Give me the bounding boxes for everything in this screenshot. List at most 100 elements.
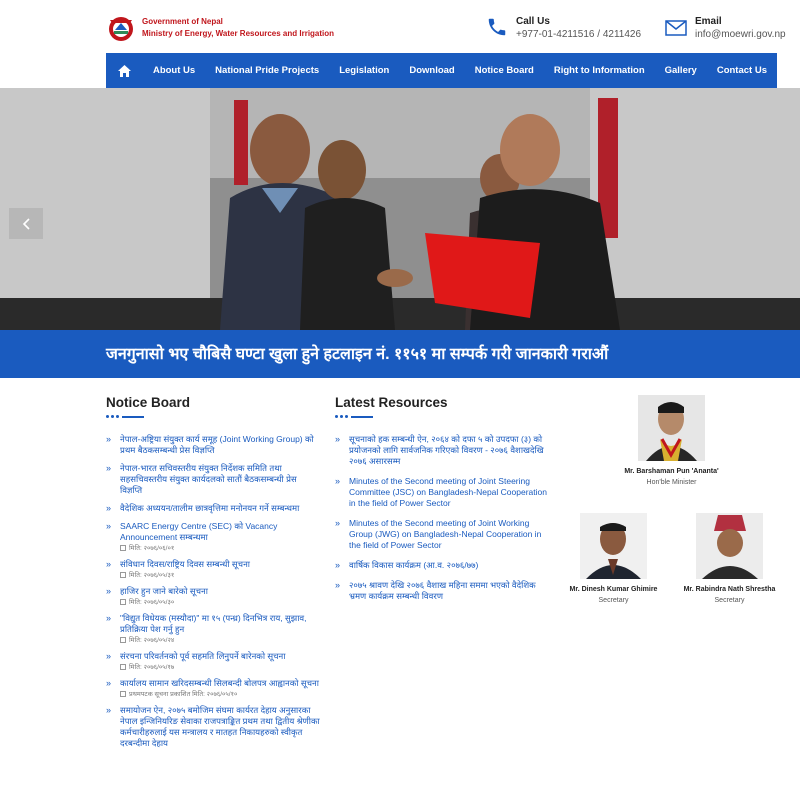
list-item[interactable]: » नेपाल-भारत सचिवस्तरीय संयुक्त निर्देशक…	[106, 463, 321, 496]
double-chevron-icon: »	[106, 586, 112, 596]
hotline-text: जनगुनासो भए चौबिसै घण्टा खुला हुने हटलाइ…	[106, 346, 609, 363]
notice-link[interactable]: "विद्युत विधेयक (मस्यौदा)" मा १५ (पन्ध्र…	[120, 613, 307, 634]
official-role: Hon'ble Minister	[646, 479, 697, 486]
secretary-photo-1[interactable]	[580, 513, 647, 579]
official-name: Mr. Rabindra Nath Shrestha	[683, 586, 776, 593]
double-chevron-icon: »	[335, 434, 341, 444]
double-chevron-icon: »	[106, 613, 112, 623]
double-chevron-icon: »	[335, 518, 341, 528]
nav-legislation[interactable]: Legislation	[329, 53, 399, 88]
list-item[interactable]: » Minutes of the Second meeting of Joint…	[335, 518, 550, 551]
notice-date: मिति: २०७६/०६/०१	[120, 544, 321, 553]
calendar-icon	[120, 637, 126, 643]
secretary-portrait	[696, 513, 763, 579]
notice-date-text: मिति: २०७६/०५/३०	[129, 599, 175, 606]
notice-date-text: मिति: २०७६/०५/३१	[129, 572, 175, 579]
minister-photo[interactable]	[638, 395, 705, 461]
list-item[interactable]: » संरचना परिवर्तनको पूर्व सहमति लिनुपर्न…	[106, 651, 321, 672]
email-title: Email	[695, 16, 722, 27]
call-us-block: Call Us +977-01-4211516 / 4211426	[516, 15, 641, 41]
double-chevron-icon: »	[106, 678, 112, 688]
list-item[interactable]: » वार्षिक विकास कार्यक्रम (आ.व. २०७६/७७)	[335, 560, 550, 571]
nav-gallery[interactable]: Gallery	[655, 53, 707, 88]
latest-resources-underline	[335, 415, 375, 418]
notice-board-underline	[106, 415, 146, 418]
notice-link[interactable]: समायोजन ऐन, २०७५ बमोजिम संघमा कार्यरत दे…	[120, 705, 320, 748]
resource-link[interactable]: सूचनाको हक सम्बन्धी ऐन, २०६४ को दफा ५ को…	[349, 434, 544, 466]
hotline-banner: जनगुनासो भए चौबिसै घण्टा खुला हुने हटलाइ…	[0, 330, 800, 378]
nav-notice-board[interactable]: Notice Board	[465, 53, 544, 88]
chevron-left-icon	[22, 217, 30, 230]
list-item[interactable]: » वैदेशिक अध्ययन/तालीम छात्रवृत्तिमा मनो…	[106, 503, 321, 514]
notice-date-text: प्रथमपटक सूचना प्रकाशित मिति: २०७६/०५/१०	[129, 691, 238, 698]
double-chevron-icon: »	[335, 476, 341, 486]
secretary-card-2: Mr. Rabindra Nath Shrestha Secretary	[683, 585, 776, 606]
official-role: Secretary	[598, 597, 629, 604]
notice-link[interactable]: SAARC Energy Centre (SEC) को Vacancy Ann…	[120, 521, 277, 542]
notice-link[interactable]: संविधान दिवस/राष्ट्रिय दिवस सम्बन्धी सूच…	[120, 559, 250, 569]
double-chevron-icon: »	[106, 705, 112, 715]
org-line-1: Government of Nepal	[142, 17, 223, 26]
resource-link[interactable]: Minutes of the Second meeting of Joint S…	[349, 476, 547, 508]
resource-link[interactable]: वार्षिक विकास कार्यक्रम (आ.व. २०७६/७७)	[349, 560, 478, 570]
notice-date: मिति: २०७६/०५/३१	[120, 571, 321, 580]
nav-about-us[interactable]: About Us	[143, 53, 205, 88]
list-item[interactable]: » हाजिर हुन जाने बारेको सूचना मिति: २०७६…	[106, 586, 321, 607]
list-item[interactable]: » सूचनाको हक सम्बन्धी ऐन, २०६४ को दफा ५ …	[335, 434, 550, 467]
notice-date: मिति: २०७६/०५/२४	[120, 636, 321, 645]
double-chevron-icon: »	[106, 651, 112, 661]
list-item[interactable]: » समायोजन ऐन, २०७५ बमोजिम संघमा कार्यरत …	[106, 705, 321, 749]
list-item[interactable]: » कार्यालय सामान खरिदसम्बन्धी सिलबन्दी ब…	[106, 678, 321, 699]
list-item[interactable]: » SAARC Energy Centre (SEC) को Vacancy A…	[106, 521, 321, 553]
double-chevron-icon: »	[106, 434, 112, 444]
calendar-icon	[120, 545, 126, 551]
double-chevron-icon: »	[106, 463, 112, 473]
double-chevron-icon: »	[106, 521, 112, 531]
secretary-card-1: Mr. Dinesh Kumar Ghimire Secretary	[560, 585, 667, 606]
notice-link[interactable]: संरचना परिवर्तनको पूर्व सहमति लिनुपर्ने …	[120, 651, 285, 661]
resource-link[interactable]: २०७५ श्रावण देखि २०७६ वैशाख महिना सममा भ…	[349, 580, 536, 601]
home-icon	[117, 64, 131, 77]
notice-board-title: Notice Board	[106, 395, 191, 410]
notice-date: प्रथमपटक सूचना प्रकाशित मिति: २०७६/०५/१०	[120, 690, 321, 699]
ministry-name[interactable]: Government of Nepal Ministry of Energy, …	[142, 16, 334, 40]
double-chevron-icon: »	[335, 580, 341, 590]
notice-date: मिति: २०७६/०५/३०	[120, 598, 321, 607]
hero-slider[interactable]	[0, 88, 800, 330]
resource-link[interactable]: Minutes of the Second meeting of Joint W…	[349, 518, 541, 550]
secretary-portrait	[580, 513, 647, 579]
main-navigation: About Us National Pride Projects Legisla…	[106, 53, 777, 88]
calendar-icon	[120, 691, 126, 697]
official-role: Secretary	[714, 597, 745, 604]
email-address[interactable]: info@moewri.gov.np	[695, 28, 786, 41]
double-chevron-icon: »	[106, 503, 112, 513]
calendar-icon	[120, 572, 126, 578]
list-item[interactable]: » Minutes of the Second meeting of Joint…	[335, 476, 550, 509]
secretary-photo-2[interactable]	[696, 513, 763, 579]
notice-link[interactable]: हाजिर हुन जाने बारेको सूचना	[120, 586, 208, 596]
notice-link[interactable]: नेपाल-अष्ट्रिया संयुक्त कार्य समूह (Join…	[120, 434, 314, 455]
notice-link[interactable]: नेपाल-भारत सचिवस्तरीय संयुक्त निर्देशक स…	[120, 463, 297, 495]
list-item[interactable]: » "विद्युत विधेयक (मस्यौदा)" मा १५ (पन्ध…	[106, 613, 321, 645]
notice-link[interactable]: वैदेशिक अध्ययन/तालीम छात्रवृत्तिमा मनोनय…	[120, 503, 299, 513]
list-item[interactable]: » २०७५ श्रावण देखि २०७६ वैशाख महिना सममा…	[335, 580, 550, 602]
list-item[interactable]: » नेपाल-अष्ट्रिया संयुक्त कार्य समूह (Jo…	[106, 434, 321, 456]
email-block: Email info@moewri.gov.np	[695, 15, 786, 41]
latest-resources-title: Latest Resources	[335, 395, 448, 410]
nav-home[interactable]	[106, 53, 143, 88]
nav-download[interactable]: Download	[399, 53, 464, 88]
hero-slide-image	[0, 88, 800, 330]
notice-link[interactable]: कार्यालय सामान खरिदसम्बन्धी सिलबन्दी बोल…	[120, 678, 319, 688]
phone-icon	[488, 18, 506, 36]
nav-right-to-information[interactable]: Right to Information	[544, 53, 655, 88]
notice-date-text: मिति: २०७६/०५/२४	[129, 637, 175, 644]
slider-prev-button[interactable]	[9, 208, 43, 239]
list-item[interactable]: » संविधान दिवस/राष्ट्रिय दिवस सम्बन्धी स…	[106, 559, 321, 580]
phone-number[interactable]: +977-01-4211516 / 4211426	[516, 28, 641, 41]
nav-contact-us[interactable]: Contact Us	[707, 53, 777, 88]
nav-national-pride-projects[interactable]: National Pride Projects	[205, 53, 329, 88]
notice-board-list: » नेपाल-अष्ट्रिया संयुक्त कार्य समूह (Jo…	[106, 434, 321, 749]
government-emblem-logo[interactable]	[106, 14, 136, 42]
calendar-icon	[120, 599, 126, 605]
minister-portrait	[638, 395, 705, 461]
